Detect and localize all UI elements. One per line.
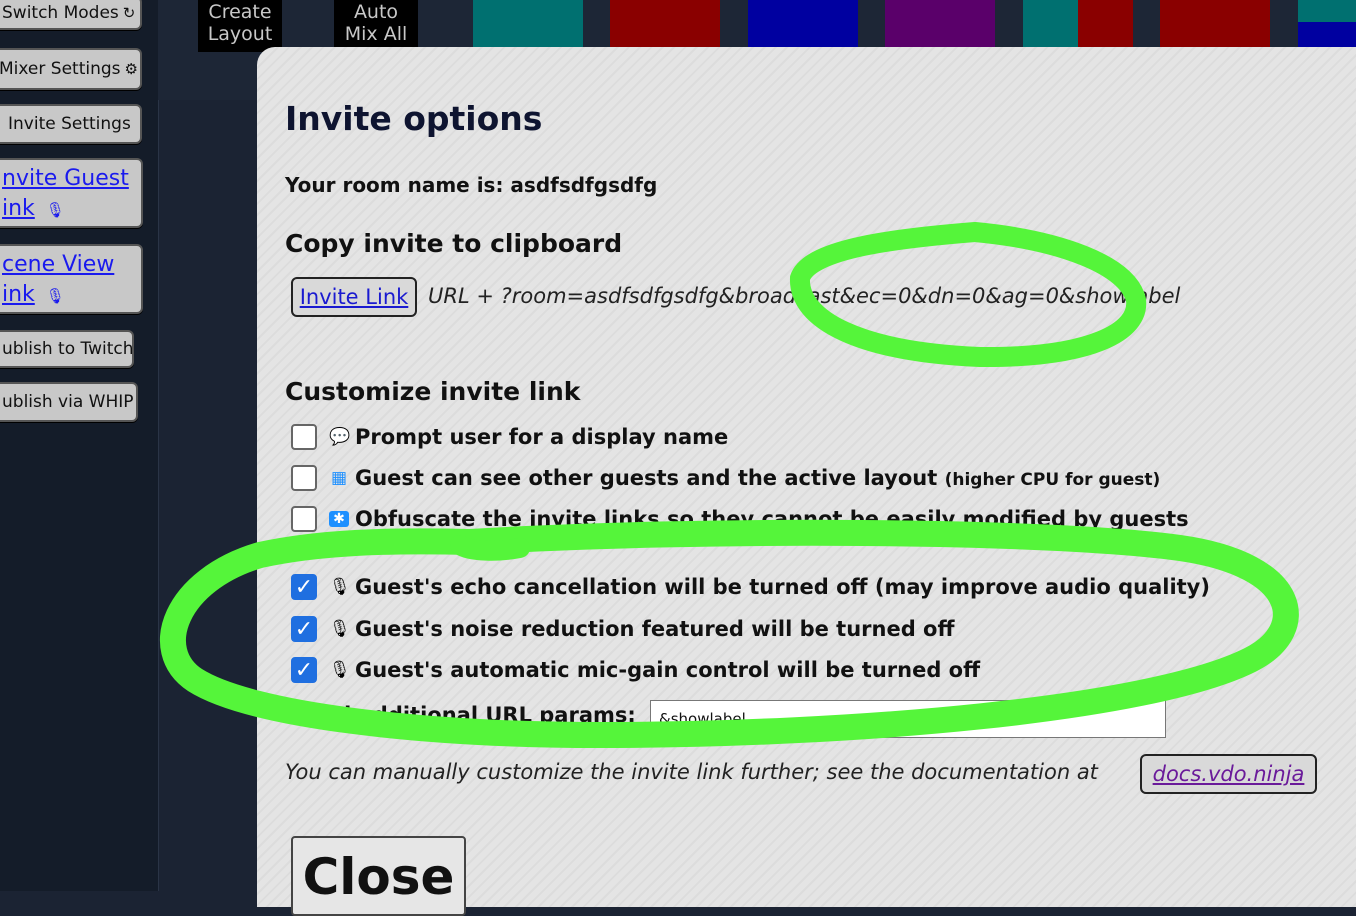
asterisk-icon: ✱ xyxy=(329,511,349,527)
publish-whip-button[interactable]: ublish via WHIP xyxy=(0,382,138,422)
invite-settings-label: Invite Settings xyxy=(8,114,131,134)
see-guests-checkbox[interactable] xyxy=(291,465,317,491)
create-layout-label-2: Layout xyxy=(207,23,273,45)
auto-gain-checkbox[interactable]: ✓ xyxy=(291,657,317,683)
invite-guest-link-button[interactable]: nvite Guest ink 🎙 xyxy=(0,158,143,228)
video-tile[interactable] xyxy=(1160,0,1270,47)
microphone-icon: 🎙 xyxy=(45,201,65,219)
scene-view-label: cene View xyxy=(2,252,115,277)
create-layout-label: Create xyxy=(208,1,272,23)
option-label: Guest's automatic mic-gain control will … xyxy=(355,658,981,682)
display-name-checkbox[interactable] xyxy=(291,424,317,450)
invite-url-text: URL + ?room=asdfsdfgsdfg&broadcast&ec=0&… xyxy=(428,284,1181,308)
modal-title: Invite options xyxy=(285,99,543,138)
option-note: (higher CPU for guest) xyxy=(944,470,1161,490)
option-row[interactable]: 💬 Prompt user for a display name xyxy=(291,424,728,450)
microphone-icon: 🎙 xyxy=(329,577,351,597)
refresh-icon: ↻ xyxy=(122,4,136,22)
mixer-settings-button[interactable]: Mixer Settings ⚙ xyxy=(0,48,142,90)
speech-bubble-icon: 💬 xyxy=(329,427,351,447)
docs-link-button[interactable]: docs.vdo.ninja xyxy=(1140,754,1317,794)
invite-guest-label: nvite Guest xyxy=(2,166,129,191)
publish-twitch-button[interactable]: ublish to Twitch xyxy=(0,330,134,368)
echo-cancellation-checkbox[interactable]: ✓ xyxy=(291,574,317,600)
microphone-icon: 🎙 xyxy=(329,619,351,639)
invite-options-modal: Invite options Your room name is: asdfsd… xyxy=(257,47,1356,916)
option-row[interactable]: ✓ 🎙 Guest's automatic mic-gain control w… xyxy=(291,657,980,683)
auto-mix-all-button[interactable]: Auto Mix All xyxy=(334,0,418,52)
invite-settings-button[interactable]: Invite Settings xyxy=(0,104,142,144)
option-label-text: Guest can see other guests and the activ… xyxy=(355,466,938,490)
switch-modes-label: Switch Modes xyxy=(2,3,119,23)
auto-mix-label-2: Mix All xyxy=(344,23,408,45)
video-tile[interactable] xyxy=(1023,0,1078,47)
option-row[interactable]: ✓ 🎙 Guest's echo cancellation will be tu… xyxy=(291,574,1210,600)
close-button[interactable]: Close xyxy=(291,836,466,916)
video-tile[interactable] xyxy=(748,0,858,47)
windows-grid-icon: ▦ xyxy=(330,468,348,488)
microphone-icon: 🎙 xyxy=(329,660,351,680)
microphone-icon: 🎙 xyxy=(45,287,65,305)
video-tile[interactable] xyxy=(1298,0,1356,22)
publish-twitch-label: ublish to Twitch xyxy=(2,339,134,359)
create-layout-button[interactable]: Create Layout xyxy=(198,0,282,52)
customize-heading: Customize invite link xyxy=(285,377,581,406)
video-tile[interactable] xyxy=(473,0,583,47)
option-label: Guest can see other guests and the activ… xyxy=(355,466,1160,490)
switch-modes-button[interactable]: Switch Modes ↻ xyxy=(0,0,142,30)
noise-reduction-checkbox[interactable]: ✓ xyxy=(291,616,317,642)
option-label: Guest's noise reduction featured will be… xyxy=(355,617,955,641)
option-row[interactable]: ✓ 🎙 Guest's noise reduction featured wil… xyxy=(291,616,954,642)
invite-link-button[interactable]: Invite Link xyxy=(291,277,417,317)
option-row[interactable]: ▦ Guest can see other guests and the act… xyxy=(291,465,1160,491)
option-label: Prompt user for a display name xyxy=(355,425,729,449)
video-tile[interactable] xyxy=(610,0,720,47)
copy-invite-heading: Copy invite to clipboard xyxy=(285,229,623,258)
video-tile[interactable] xyxy=(885,0,995,47)
params-label: Add additional URL params: xyxy=(305,703,636,727)
documentation-note: You can manually customize the invite li… xyxy=(285,760,1098,784)
obfuscate-checkbox[interactable] xyxy=(291,506,317,532)
scene-view-link-button[interactable]: cene View ink 🎙 xyxy=(0,244,143,314)
video-tile[interactable] xyxy=(1078,0,1133,47)
scene-view-label-2: ink xyxy=(2,282,35,307)
invite-guest-label-2: ink xyxy=(2,196,35,221)
auto-mix-label: Auto xyxy=(353,1,399,23)
option-row[interactable]: ✱ Obfuscate the invite links so they can… xyxy=(291,506,1189,532)
room-name-line: Your room name is: asdfsdfgsdfg xyxy=(285,173,658,197)
mixer-settings-label: Mixer Settings xyxy=(0,59,121,79)
params-input[interactable] xyxy=(650,700,1166,738)
gear-icon: ⚙ xyxy=(124,60,138,78)
option-label: Guest's echo cancellation will be turned… xyxy=(355,575,1210,599)
publish-whip-label: ublish via WHIP xyxy=(2,392,134,412)
option-label: Obfuscate the invite links so they canno… xyxy=(355,507,1189,531)
sidebar: Switch Modes ↻ Mixer Settings ⚙ Invite S… xyxy=(0,0,159,891)
